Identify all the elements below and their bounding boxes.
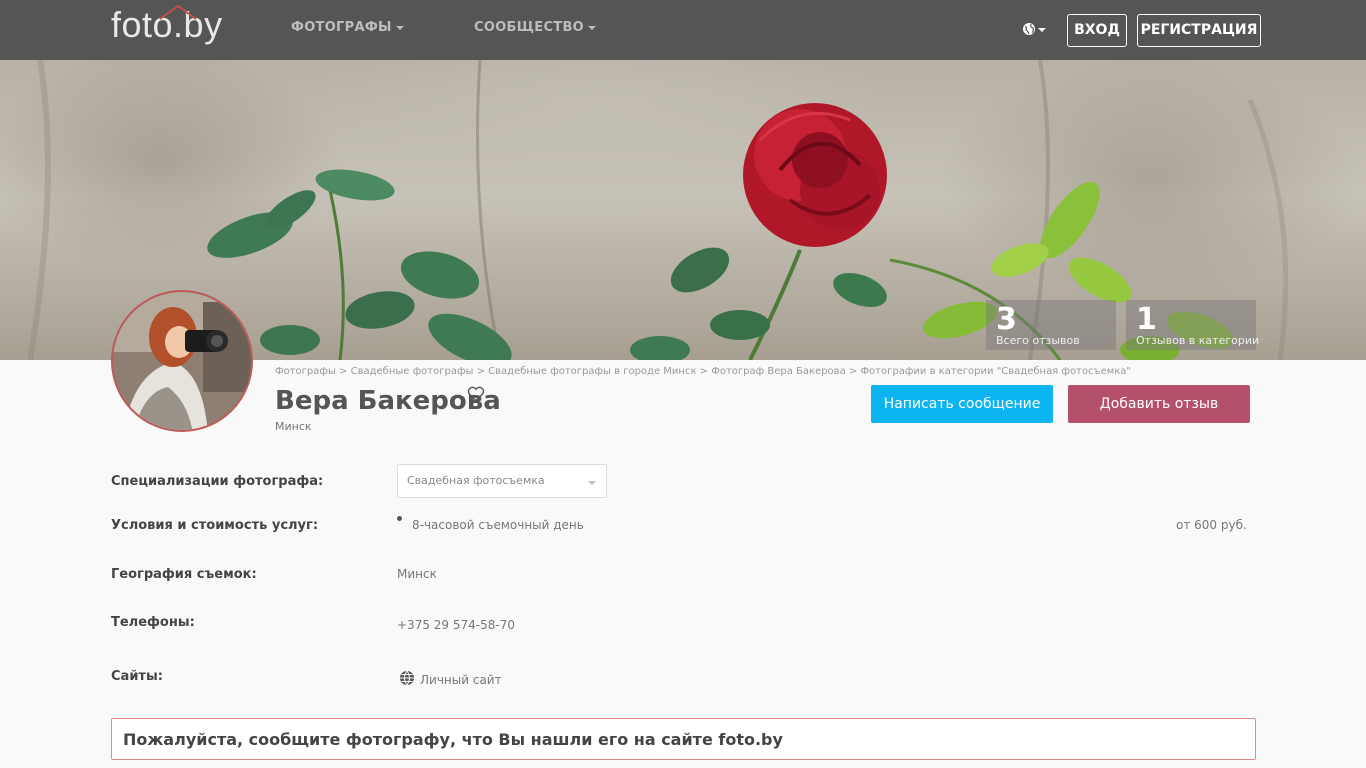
notice-box: Пожалуйста, сообщите фотографу, что Вы н… <box>111 718 1256 760</box>
chevron-down-icon <box>588 25 597 30</box>
notice-text: Пожалуйста, сообщите фотографу, что Вы н… <box>123 730 783 749</box>
list-bullet <box>397 516 402 521</box>
add-review-button[interactable]: Добавить отзыв <box>1068 385 1250 423</box>
login-button[interactable]: ВХОД <box>1067 14 1127 47</box>
avatar <box>111 290 253 432</box>
breadcrumb-wedding-minsk[interactable]: Свадебные фотографы в городе Минск <box>488 366 696 377</box>
geography-label: География съемок: <box>111 567 257 582</box>
geography-value: Минск <box>397 567 437 581</box>
specialization-selected-value: Свадебная фотосъемка <box>407 474 545 487</box>
service-price: от 600 руб. <box>1176 518 1247 532</box>
nav-photographers[interactable]: ФОТОГРАФЫ <box>291 20 404 35</box>
chevron-down-icon <box>395 25 404 30</box>
breadcrumb: Фотографы > Свадебные фотографы > Свадеб… <box>275 366 1131 377</box>
photographer-avatar-image <box>113 292 251 430</box>
total-reviews-count: 3 <box>996 302 1017 337</box>
total-reviews-label: Всего отзывов <box>996 334 1080 347</box>
specializations-label: Специализации фотографа: <box>111 474 324 489</box>
nav-community[interactable]: СООБЩЕСТВО <box>474 20 597 35</box>
top-navbar: foto.by ФОТОГРАФЫ СООБЩЕСТВО ВХОД РЕГИСТ… <box>0 0 1366 60</box>
breadcrumb-separator: > <box>845 366 861 377</box>
globe-icon <box>400 670 414 686</box>
service-item: 8-часовой съемочный день <box>412 518 584 532</box>
breadcrumb-separator: > <box>473 366 489 377</box>
register-button[interactable]: РЕГИСТРАЦИЯ <box>1137 14 1261 47</box>
personal-site-link[interactable]: Личный сайт <box>420 673 502 687</box>
phone-number[interactable]: +375 29 574-58-70 <box>397 618 515 632</box>
category-reviews-stat: 1 Отзывов в категории <box>1126 300 1260 350</box>
sites-label: Сайты: <box>111 669 163 684</box>
heart-icon[interactable] <box>467 386 485 402</box>
language-selector[interactable] <box>1022 21 1048 37</box>
phones-label: Телефоны: <box>111 615 195 630</box>
chevron-down-icon <box>588 481 596 485</box>
breadcrumb-separator: > <box>696 366 712 377</box>
nav-community-label: СООБЩЕСТВО <box>474 20 585 35</box>
category-reviews-label: Отзывов в категории <box>1136 334 1260 347</box>
specialization-select[interactable]: Свадебная фотосъемка <box>397 464 607 498</box>
profile-city: Минск <box>275 420 312 433</box>
logo-roof-icon <box>159 4 197 20</box>
conditions-label: Условия и стоимость услуг: <box>111 518 319 533</box>
breadcrumb-wedding-photographers[interactable]: Свадебные фотографы <box>351 366 474 377</box>
category-reviews-count: 1 <box>1136 302 1157 337</box>
nav-photographers-label: ФОТОГРАФЫ <box>291 20 392 35</box>
write-message-button[interactable]: Написать сообщение <box>871 385 1053 423</box>
breadcrumb-photographers[interactable]: Фотографы <box>275 366 336 377</box>
breadcrumb-photographer[interactable]: Фотограф Вера Бакерова <box>711 366 845 377</box>
total-reviews-stat: 3 Всего отзывов <box>986 300 1116 350</box>
breadcrumb-separator: > <box>335 366 351 377</box>
breadcrumb-category-photos[interactable]: Фотографии в категории "Свадебная фотосъ… <box>860 366 1131 377</box>
globe-icon <box>1023 23 1035 35</box>
chevron-down-icon <box>1038 28 1046 32</box>
